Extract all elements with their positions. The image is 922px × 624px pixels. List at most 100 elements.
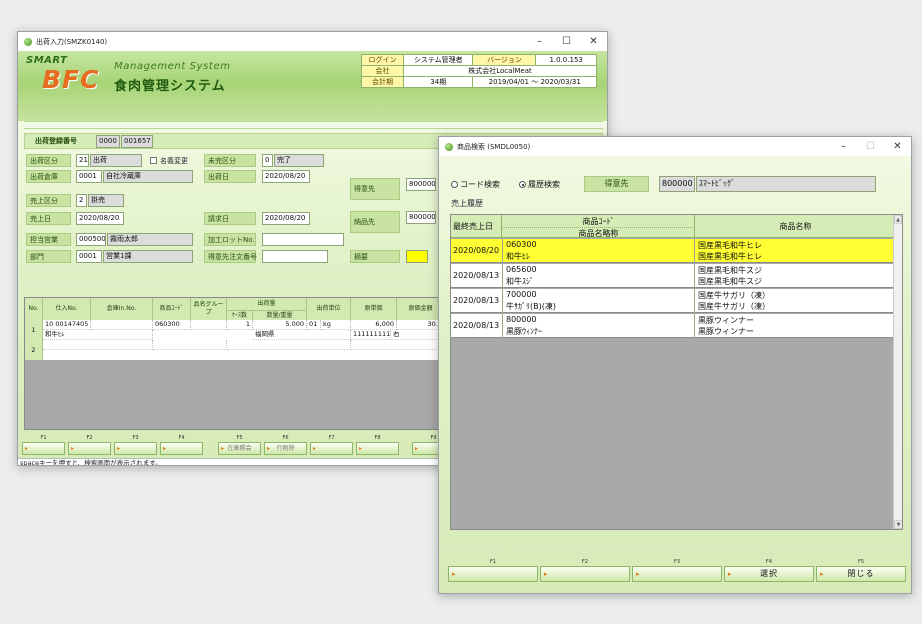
minimize-icon[interactable]: –: [830, 137, 857, 156]
incomplete-type-name: 完了: [274, 154, 324, 167]
company-label: 会社: [361, 65, 404, 77]
close-icon[interactable]: ✕: [580, 32, 607, 51]
customer-label: 得意先: [584, 176, 649, 192]
cell-cost-amount[interactable]: 30.0: [397, 320, 443, 330]
cell-product-name-alt[interactable]: 国産牛サガリ（凍）: [696, 301, 770, 312]
maximize-icon: ☐: [866, 141, 875, 152]
fkey-f4[interactable]: F4: [160, 435, 203, 455]
minimize-icon[interactable]: –: [526, 32, 553, 51]
cell-last-sale-date[interactable]: 2020/08/20: [451, 246, 502, 255]
cell-product-code[interactable]: 060300: [153, 320, 191, 330]
fkey-f2[interactable]: F2: [540, 558, 630, 582]
cell-product-name[interactable]: 国産黒毛和牛ヒレ: [696, 240, 762, 251]
search-function-keys: F1 F2 F3 F4選択 F5閉じる: [448, 558, 908, 588]
ship-type-code[interactable]: 21: [76, 154, 89, 167]
col-product-code: 商品ｺｰﾄﾞ: [582, 217, 615, 226]
col-product-name: 商品名称: [694, 215, 894, 238]
cell-product-code[interactable]: 700000: [504, 290, 537, 299]
maximize-icon[interactable]: ☐: [553, 32, 580, 51]
name-change-checkbox[interactable]: [150, 157, 157, 164]
grid-scrollbar[interactable]: ▲ ▼: [893, 215, 902, 529]
radio-history-search[interactable]: 履歴検索: [519, 179, 560, 190]
radio-code-search[interactable]: コード検索: [451, 179, 500, 190]
cell-product-short[interactable]: 黒豚ｳｨﾝﾅｰ: [504, 326, 542, 337]
main-titlebar[interactable]: 出荷入力(SMZK0140) – ☐ ✕: [18, 32, 607, 51]
period-range: 2019/04/01 ～ 2020/03/31: [472, 76, 597, 88]
cell-cost[interactable]: 6,000: [351, 320, 397, 330]
cell-empty[interactable]: [351, 340, 443, 350]
cell-product-code[interactable]: 800000: [504, 315, 537, 324]
logo-bfc: BFC: [42, 65, 100, 94]
table-row[interactable]: 2020/08/20 060300 和牛ﾋﾚ 国産黒毛和牛ヒレ 国産黒毛和牛ヒレ: [451, 239, 894, 263]
fkey-f7[interactable]: F7: [310, 435, 353, 455]
table-row[interactable]: 1 10 00147405 060300 1 5.000 01 kg 6,000…: [25, 320, 443, 340]
cell-last-sale-date[interactable]: 2020/08/13: [451, 271, 502, 280]
cell-product-name-alt[interactable]: 国産黒毛和牛ヒレ: [696, 251, 762, 262]
ship-date-field[interactable]: 2020/08/20: [262, 170, 310, 183]
fkey-f1[interactable]: F1: [22, 435, 65, 455]
memo-field[interactable]: [406, 250, 428, 263]
cell-last-sale-date[interactable]: 2020/08/13: [451, 321, 502, 330]
cell-product-group[interactable]: [191, 320, 227, 330]
radio-history-icon[interactable]: [519, 181, 526, 188]
cell-product-name[interactable]: 黒豚ウィンナー: [696, 315, 754, 326]
scroll-up-icon[interactable]: ▲: [894, 215, 902, 224]
cell-lot-suffix[interactable]: 右: [391, 330, 443, 340]
fkey-f2[interactable]: F2: [68, 435, 111, 455]
memo-label: 摘要: [350, 250, 400, 263]
customer-order-field[interactable]: [262, 250, 328, 263]
fkey-f5-close[interactable]: F5閉じる: [816, 558, 906, 582]
close-icon[interactable]: ✕: [884, 137, 911, 156]
cell-warehouse-in-no[interactable]: [91, 320, 153, 330]
lot-no-field[interactable]: [262, 233, 344, 246]
cell-product-name[interactable]: 国産黒毛和牛スジ: [696, 265, 762, 276]
search-titlebar[interactable]: 商品検索 (SMDL0050) – ☐ ✕: [439, 137, 911, 156]
cell-last-sale-date[interactable]: 2020/08/13: [451, 296, 502, 305]
department-code[interactable]: 0001: [76, 250, 102, 263]
cell-lot[interactable]: 1111111111: [351, 330, 391, 340]
cell-cases[interactable]: 1: [227, 320, 253, 330]
warehouse-code[interactable]: 0001: [76, 170, 102, 183]
cell-product-name[interactable]: 国産牛サガリ（凍）: [696, 290, 770, 301]
table-row[interactable]: 2020/08/13 065600 和牛ｽｼﾞ 国産黒毛和牛スジ 国産黒毛和牛ス…: [451, 264, 894, 288]
customer-code[interactable]: 800000: [406, 178, 436, 191]
sales-type-code[interactable]: 2: [76, 194, 87, 207]
cell-empty[interactable]: [43, 340, 153, 350]
incomplete-type-code[interactable]: 0: [262, 154, 273, 167]
cell-empty[interactable]: [153, 340, 227, 350]
cell-product-name-alt[interactable]: 国産黒毛和牛スジ: [696, 276, 762, 287]
cell-product-short[interactable]: 和牛ﾋﾚ: [504, 251, 530, 262]
fkey-f6-delete-row[interactable]: F6行削除: [264, 435, 307, 455]
fkey-f4-select[interactable]: F4選択: [724, 558, 814, 582]
cell-product-short[interactable]: 和牛ｽｼﾞ: [504, 276, 534, 287]
sales-date-field[interactable]: 2020/08/20: [76, 212, 124, 225]
cell-product-short[interactable]: 牛ｻｶﾞﾘ(B)(凍): [504, 301, 556, 312]
cell-unit-code[interactable]: 01: [307, 320, 321, 330]
sales-rep-code[interactable]: 000500: [76, 233, 106, 246]
table-row[interactable]: 2: [25, 340, 443, 360]
cell-product-code[interactable]: 065600: [504, 265, 537, 274]
billing-date-field[interactable]: 2020/08/20: [262, 212, 310, 225]
table-row[interactable]: 2020/08/13 700000 牛ｻｶﾞﾘ(B)(凍) 国産牛サガリ（凍） …: [451, 289, 894, 313]
cell-unit[interactable]: kg: [321, 320, 351, 330]
fkey-f5-stock-inquiry[interactable]: F5在庫照会: [218, 435, 261, 455]
cell-empty[interactable]: [227, 340, 351, 350]
table-row[interactable]: 2020/08/13 800000 黒豚ｳｨﾝﾅｰ 黒豚ウィンナー 黒豚ウィンナ…: [451, 314, 894, 338]
cell-qty[interactable]: 5.000: [253, 320, 307, 330]
sales-history-label: 売上履歴: [451, 199, 483, 208]
fkey-f8[interactable]: F8: [356, 435, 399, 455]
fkey-f3[interactable]: F3: [632, 558, 722, 582]
col-ship-qty: 出荷量: [227, 298, 307, 310]
fkey-f3[interactable]: F3: [114, 435, 157, 455]
radio-code-icon[interactable]: [451, 181, 458, 188]
version-label: バージョン: [472, 54, 537, 66]
cell-product-name[interactable]: 和牛ﾋﾚ: [43, 330, 153, 340]
cell-origin[interactable]: 福岡県: [253, 330, 351, 340]
fkey-f1[interactable]: F1: [448, 558, 538, 582]
delivery-code[interactable]: 800000: [406, 211, 436, 224]
cell-product-name-alt[interactable]: 黒豚ウィンナー: [696, 326, 754, 337]
cell-receipt-no[interactable]: 10 00147405: [43, 320, 91, 330]
customer-name: ｽﾏｰﾄﾋﾞｯｸﾞ: [696, 176, 876, 192]
cell-product-code[interactable]: 060300: [504, 240, 537, 249]
scroll-down-icon[interactable]: ▼: [894, 520, 902, 529]
